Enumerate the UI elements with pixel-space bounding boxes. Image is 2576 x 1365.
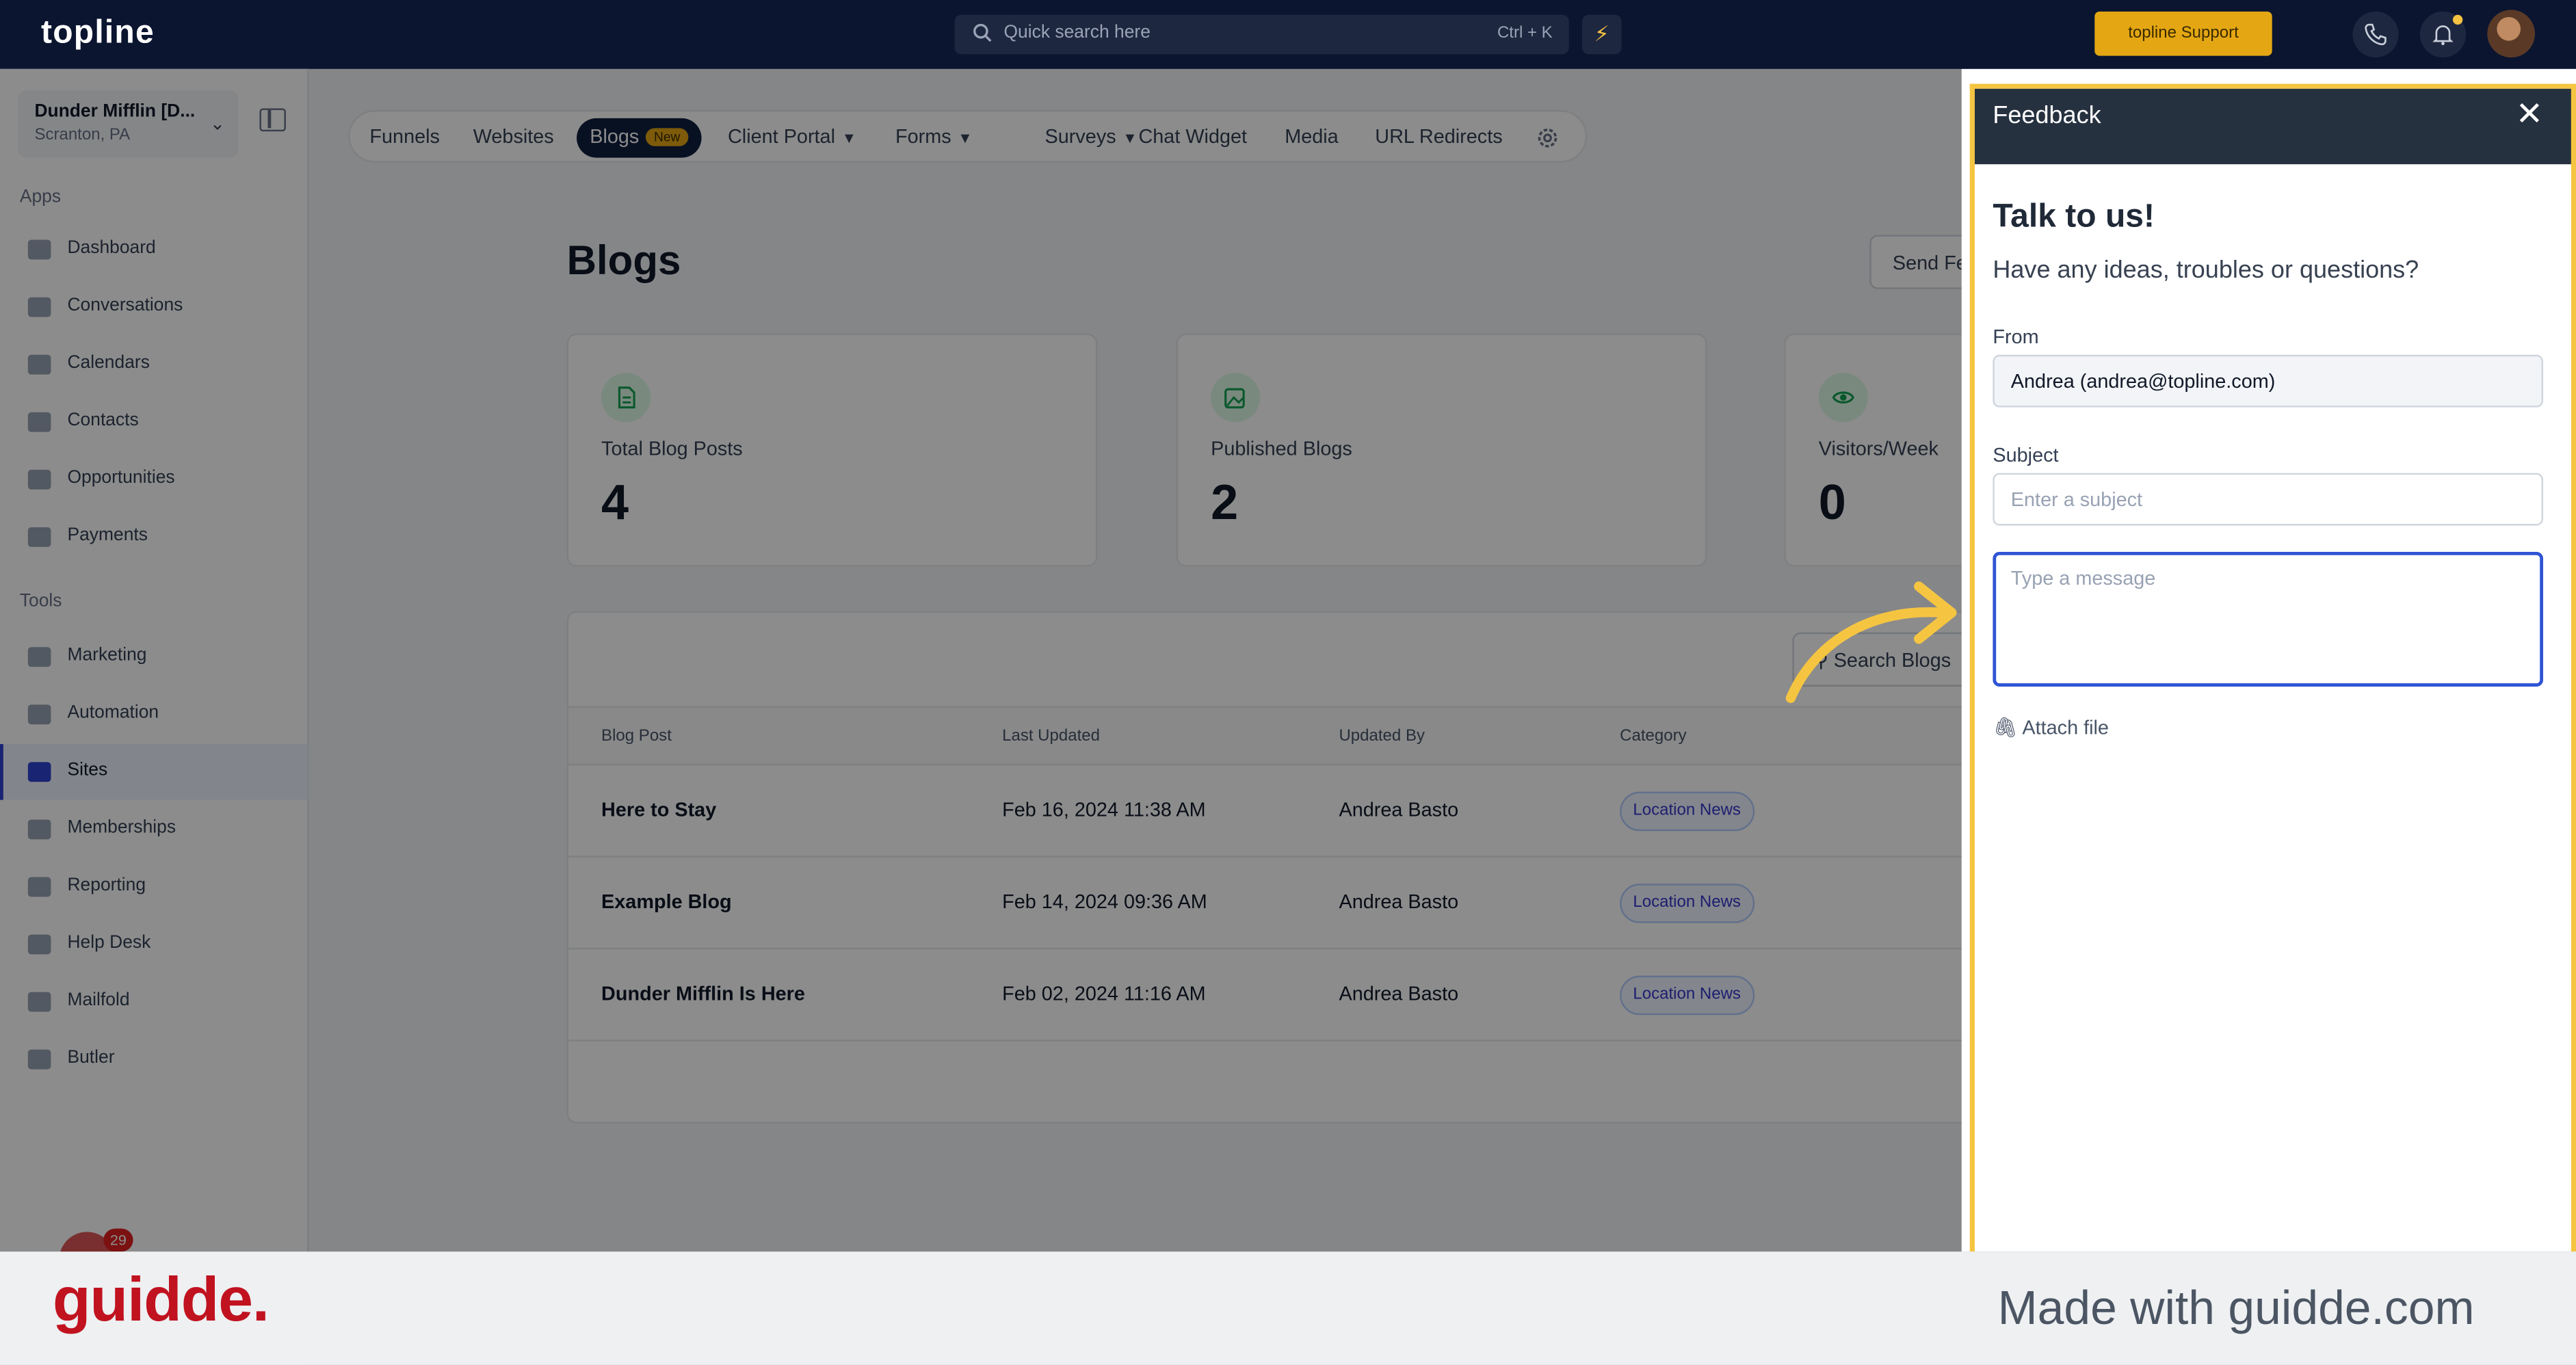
pointer-arrow-icon xyxy=(1785,581,1957,703)
app-logo[interactable]: topline xyxy=(41,15,155,53)
user-avatar[interactable] xyxy=(2487,10,2535,58)
search-shortcut: Ctrl + K xyxy=(1497,25,1553,43)
from-field[interactable] xyxy=(1993,354,2543,408)
feedback-subheading: Have any ideas, troubles or questions? xyxy=(1993,256,2419,284)
bell-icon xyxy=(2432,25,2454,46)
phone-icon xyxy=(2365,23,2387,46)
attach-file-link[interactable]: 🖇 Attach file xyxy=(1993,716,2109,739)
feedback-title: Feedback xyxy=(1993,101,2101,130)
attach-file-label: Attach file xyxy=(2022,716,2109,739)
message-textarea[interactable] xyxy=(1993,552,2543,687)
support-button[interactable]: topline Support xyxy=(2094,11,2272,56)
phone-button[interactable] xyxy=(2352,11,2399,58)
made-with-text: Made with guidde.com xyxy=(1997,1282,2475,1336)
from-label: From xyxy=(1993,325,2039,349)
close-icon[interactable]: ✕ xyxy=(2516,98,2543,131)
search-icon xyxy=(973,23,992,42)
paperclip-icon: 🖇 xyxy=(1993,716,2018,739)
search-placeholder: Quick search here xyxy=(1003,23,1151,43)
guidde-footer: guidde. Made with guidde.com xyxy=(0,1251,2576,1365)
top-bar: topline Quick search here Ctrl + K ⚡ top… xyxy=(0,0,2576,69)
subject-input[interactable] xyxy=(1993,473,2543,526)
lightning-icon[interactable]: ⚡ xyxy=(1581,14,1622,55)
subject-label: Subject xyxy=(1993,443,2059,467)
notification-dot xyxy=(2452,14,2463,25)
quick-search[interactable]: Quick search here Ctrl + K xyxy=(954,14,1569,55)
feedback-header: Feedback ✕ xyxy=(1974,88,2573,165)
guidde-logo: guidde. xyxy=(52,1266,270,1336)
feedback-heading: Talk to us! xyxy=(1993,198,2155,235)
